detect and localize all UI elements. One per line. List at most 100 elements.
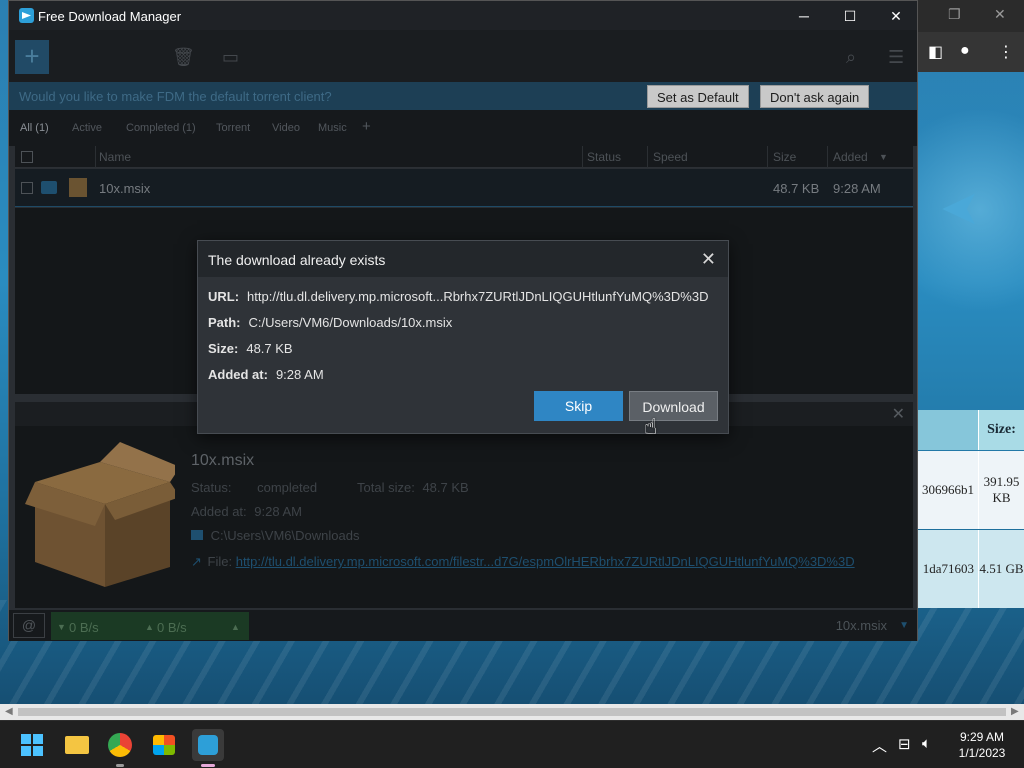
dialog-title: The download already exists [208, 252, 386, 268]
folder-icon [191, 530, 203, 540]
details-status-value: completed [257, 480, 318, 495]
restore-icon[interactable]: ❐ [948, 6, 961, 23]
banner-text: Would you like to make FDM the default t… [19, 89, 332, 104]
more-menu-icon[interactable]: ⋮ [998, 42, 1014, 62]
row-checkbox[interactable] [21, 182, 33, 194]
tab-music[interactable]: Music [318, 122, 347, 134]
set-as-default-button[interactable]: Set as Default [647, 85, 749, 108]
details-file-label: File: [207, 554, 233, 569]
add-tab-button[interactable]: + [362, 118, 371, 135]
show-hidden-icons-chevron-icon[interactable]: ︿ [872, 735, 887, 756]
file-explorer-icon[interactable] [61, 729, 93, 761]
start-windows-icon[interactable] [16, 729, 48, 761]
download-arrow-icon: ▼ [57, 622, 66, 632]
select-all-checkbox[interactable] [21, 151, 33, 163]
dialog-close-icon[interactable]: ✕ [701, 249, 716, 270]
path-label: Path: [208, 315, 241, 330]
column-speed[interactable]: Speed [653, 150, 688, 164]
tab-all[interactable]: All (1) [20, 122, 49, 134]
sort-chevron-icon: ▼ [879, 152, 888, 162]
scrollbar-thumb[interactable] [18, 708, 1006, 716]
side-panel-icon[interactable]: ◧ [928, 42, 943, 62]
external-link-icon: ↗ [191, 554, 202, 569]
speed-limit-snail-icon[interactable]: @ [13, 613, 45, 638]
added-row: Added at: 9:28 AM [208, 367, 324, 382]
titlebar: Free Download Manager ─ ☐ ✕ [9, 1, 917, 31]
microsoft-store-icon[interactable] [148, 729, 180, 761]
close-icon[interactable]: ✕ [994, 6, 1006, 23]
network-icon[interactable]: ⊟ [898, 735, 911, 753]
window-title: Free Download Manager [38, 9, 182, 24]
speed-indicator[interactable]: ▼ 0 B/s ▲ 0 B/s ▲ [51, 612, 249, 640]
details-filename: 10x.msix [191, 452, 255, 469]
table-row: 1da71603 4.51 GB [918, 530, 1024, 608]
details-close-icon[interactable]: ✕ [892, 404, 905, 424]
scroll-left-icon[interactable]: ◀ [5, 706, 13, 717]
fish-wallpaper-icon: ➤ [940, 182, 981, 235]
tab-video[interactable]: Video [272, 122, 300, 134]
details-total-size-label: Total size: [357, 480, 415, 495]
clock[interactable]: 9:29 AM 1/1/2023 [946, 729, 1018, 761]
chrome-toolbar: ◧ ● ⋮ [918, 32, 1024, 72]
folder-icon[interactable] [41, 181, 57, 194]
dont-ask-again-button[interactable]: Don't ask again [760, 85, 870, 108]
package-icon [69, 178, 87, 197]
column-header: Name Status Speed Size Added ▼ [15, 146, 913, 168]
package-box-icon [25, 442, 175, 587]
column-status[interactable]: Status [587, 150, 621, 164]
size-label: Size: [208, 341, 239, 356]
table-row[interactable]: 10x.msix 48.7 KB 9:28 AM [15, 169, 913, 207]
size-row: Size: 48.7 KB [208, 341, 293, 356]
download-button[interactable]: Download [629, 391, 718, 421]
hand-cursor-icon: ☝ [644, 414, 658, 439]
profile-icon[interactable]: ● [960, 42, 970, 60]
column-name[interactable]: Name [99, 150, 131, 164]
add-download-button[interactable]: + [15, 40, 49, 74]
skip-button[interactable]: Skip [534, 391, 623, 421]
download-speed: 0 B/s [69, 620, 99, 635]
tab-completed[interactable]: Completed (1) [126, 122, 196, 134]
current-file-label: 10x.msix [835, 618, 887, 633]
scroll-right-icon[interactable]: ▶ [1011, 706, 1019, 717]
tab-torrent[interactable]: Torrent [216, 122, 250, 134]
expand-icon: ▲ [231, 622, 240, 632]
menu-icon[interactable]: ☰ [888, 47, 904, 68]
search-icon[interactable]: ⌕ [846, 47, 856, 68]
upload-speed: 0 B/s [157, 620, 187, 635]
details-total-size-value: 48.7 KB [422, 480, 469, 495]
toolbar [9, 30, 917, 82]
details-added-label: Added at: [191, 504, 247, 519]
status-bar: @ ▼ 0 B/s ▲ 0 B/s ▲ 10x.msix ▼ [9, 610, 917, 641]
move-folder-icon[interactable]: ▭ [222, 47, 239, 68]
volume-icon[interactable]: 🔈︎ [922, 735, 931, 752]
url-value: http://tlu.dl.delivery.mp.microsoft...Rb… [247, 289, 709, 304]
minimize-button[interactable]: ─ [781, 1, 827, 31]
maximize-button[interactable]: ☐ [827, 1, 873, 31]
fdm-taskbar-icon[interactable] [192, 729, 224, 767]
clock-time: 9:29 AM [959, 730, 1005, 744]
default-client-banner: Would you like to make FDM the default t… [9, 82, 917, 110]
added-label: Added at: [208, 367, 268, 382]
tab-active[interactable]: Active [72, 122, 102, 134]
download-exists-dialog: The download already exists ✕ URL: http:/… [197, 240, 729, 434]
column-added[interactable]: Added [833, 150, 868, 164]
close-button[interactable]: ✕ [873, 1, 919, 31]
fdm-logo-icon [19, 8, 34, 23]
table-row: 306966b1 391.95 KB [918, 451, 1024, 529]
delete-icon[interactable]: 🗑 [172, 47, 195, 68]
url-label: URL: [208, 289, 240, 304]
column-size[interactable]: Size [773, 150, 796, 164]
horizontal-scrollbar[interactable]: ◀ ▶ [0, 704, 1024, 720]
details-file-link[interactable]: http://tlu.dl.delivery.mp.microsoft.com/… [236, 554, 855, 569]
size-header: Size: [978, 410, 1024, 450]
web-page-table: Size: 306966b1 391.95 KB 1da71603 4.51 G… [918, 410, 1024, 608]
row-name: 10x.msix [99, 181, 151, 196]
added-value: 9:28 AM [275, 367, 324, 382]
chrome-icon[interactable] [104, 729, 136, 767]
details-added-value: 9:28 AM [254, 504, 302, 519]
path-row: Path: C:/Users/VM6/Downloads/10x.msix [208, 315, 452, 330]
size-value: 48.7 KB [246, 341, 293, 356]
chevron-down-icon[interactable]: ▼ [899, 620, 909, 631]
details-folder-link[interactable]: C:\Users\VM6\Downloads [211, 528, 360, 543]
details-status-label: Status: [191, 480, 232, 495]
